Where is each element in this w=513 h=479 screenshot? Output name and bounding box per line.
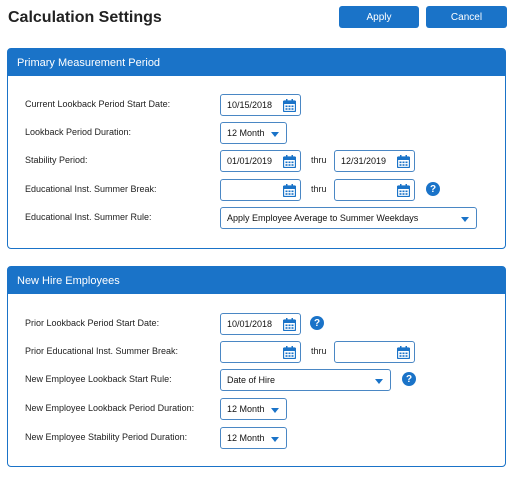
field-label: New Employee Stability Period Duration: (25, 432, 188, 442)
field-value: Date of Hire (227, 375, 276, 385)
calendar-icon[interactable] (283, 155, 296, 168)
field-label: Prior Educational Inst. Summer Break: (25, 346, 179, 356)
cancel-button[interactable]: Cancel (426, 6, 507, 28)
field-value: 10/15/2018 (227, 100, 273, 110)
field-value: 10/01/2018 (227, 319, 273, 329)
field-value: 12 Month (227, 128, 265, 138)
prior-lookback-start-date-field[interactable]: 10/01/2018 (220, 313, 301, 335)
calendar-icon[interactable] (397, 346, 410, 359)
field-label: Lookback Period Duration: (25, 127, 132, 137)
help-icon[interactable]: ? (426, 182, 440, 196)
thru-label: thru (311, 346, 327, 356)
field-value: 01/01/2019 (227, 156, 273, 166)
chevron-down-icon (271, 408, 279, 413)
chevron-down-icon (461, 217, 469, 222)
chevron-down-icon (271, 437, 279, 442)
prior-lookback-start-row: Prior Lookback Period Start Date: 10/01/… (8, 313, 505, 335)
field-label: Current Lookback Period Start Date: (25, 99, 171, 109)
field-value: 12/31/2019 (341, 156, 387, 166)
field-label: New Employee Lookback Period Duration: (25, 403, 195, 413)
thru-label: thru (311, 184, 327, 194)
lookback-start-row: Current Lookback Period Start Date: 10/1… (8, 94, 505, 116)
field-value: 12 Month (227, 433, 265, 443)
stability-period-row: Stability Period: 01/01/2019 thru 12/31/… (8, 150, 505, 172)
calendar-icon[interactable] (283, 318, 296, 331)
calendar-icon[interactable] (283, 99, 296, 112)
field-label: New Employee Lookback Start Rule: (25, 374, 172, 384)
lookback-duration-select[interactable]: 12 Month (220, 122, 287, 144)
prior-summer-break-start-field[interactable] (220, 341, 301, 363)
panel-title: New Hire Employees (8, 267, 505, 294)
field-value: Apply Employee Average to Summer Weekday… (227, 213, 419, 223)
field-value: 12 Month (227, 404, 265, 414)
apply-button[interactable]: Apply (339, 6, 419, 28)
new-lookback-duration-row: New Employee Lookback Period Duration: 1… (8, 398, 505, 420)
calendar-icon[interactable] (397, 184, 410, 197)
chevron-down-icon (271, 132, 279, 137)
new-lookback-duration-select[interactable]: 12 Month (220, 398, 287, 420)
lookback-start-date-field[interactable]: 10/15/2018 (220, 94, 301, 116)
start-rule-select[interactable]: Date of Hire (220, 369, 391, 391)
calendar-icon[interactable] (283, 184, 296, 197)
field-label: Prior Lookback Period Start Date: (25, 318, 160, 328)
page-title: Calculation Settings (8, 9, 162, 26)
field-label: Educational Inst. Summer Break: (25, 184, 157, 194)
chevron-down-icon (375, 379, 383, 384)
summer-rule-select[interactable]: Apply Employee Average to Summer Weekday… (220, 207, 477, 229)
summer-break-end-field[interactable] (334, 179, 415, 201)
field-label: Stability Period: (25, 155, 88, 165)
summer-break-start-field[interactable] (220, 179, 301, 201)
stability-end-date-field[interactable]: 12/31/2019 (334, 150, 415, 172)
new-stability-duration-select[interactable]: 12 Month (220, 427, 287, 449)
lookback-duration-row: Lookback Period Duration: 12 Month (8, 122, 505, 144)
start-rule-row: New Employee Lookback Start Rule: Date o… (8, 369, 505, 391)
new-stability-duration-row: New Employee Stability Period Duration: … (8, 427, 505, 449)
calendar-icon[interactable] (283, 346, 296, 359)
help-icon[interactable]: ? (310, 316, 324, 330)
summer-rule-row: Educational Inst. Summer Rule: Apply Emp… (8, 207, 505, 229)
thru-label: thru (311, 155, 327, 165)
field-label: Educational Inst. Summer Rule: (25, 212, 152, 222)
new-hire-employees-panel: New Hire Employees Prior Lookback Period… (7, 266, 506, 467)
panel-title: Primary Measurement Period (8, 49, 505, 76)
summer-break-row: Educational Inst. Summer Break: thru ? (8, 179, 505, 201)
help-icon[interactable]: ? (402, 372, 416, 386)
prior-summer-break-row: Prior Educational Inst. Summer Break: th… (8, 341, 505, 363)
primary-measurement-panel: Primary Measurement Period Current Lookb… (7, 48, 506, 249)
stability-start-date-field[interactable]: 01/01/2019 (220, 150, 301, 172)
calendar-icon[interactable] (397, 155, 410, 168)
prior-summer-break-end-field[interactable] (334, 341, 415, 363)
